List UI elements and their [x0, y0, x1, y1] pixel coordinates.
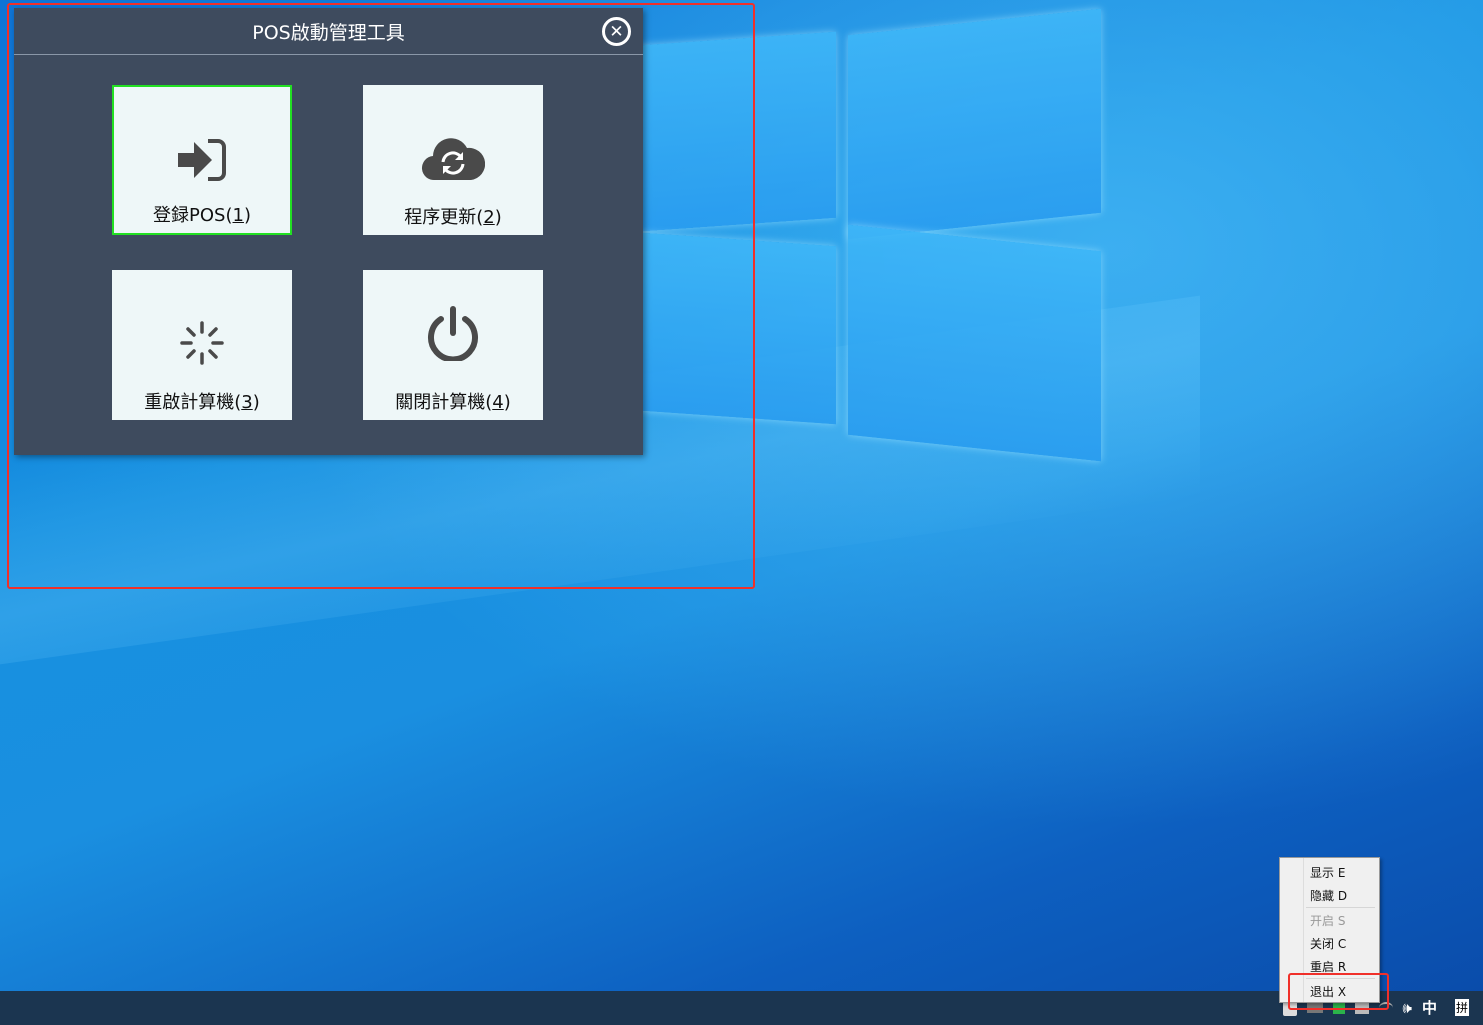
windows-logo-pane — [848, 8, 1101, 240]
menu-item-hide[interactable]: 隐藏 D — [1310, 887, 1347, 904]
volume-icon[interactable]: 🕪 — [1403, 999, 1412, 1017]
menu-item-close[interactable]: 关闭 C — [1310, 935, 1346, 952]
windows-logo-pane — [848, 224, 1101, 462]
menu-separator — [1306, 907, 1375, 908]
menu-item-show[interactable]: 显示 E — [1310, 864, 1345, 881]
highlight-box-exit — [1288, 973, 1389, 1010]
highlight-box-dialog — [7, 3, 755, 589]
ime-language-indicator[interactable]: 中 — [1422, 997, 1437, 1018]
ime-mode-indicator[interactable]: 拼 — [1454, 999, 1469, 1016]
menu-item-start: 开启 S — [1310, 914, 1346, 928]
taskbar: 🕪 中 拼 — [0, 991, 1483, 1025]
